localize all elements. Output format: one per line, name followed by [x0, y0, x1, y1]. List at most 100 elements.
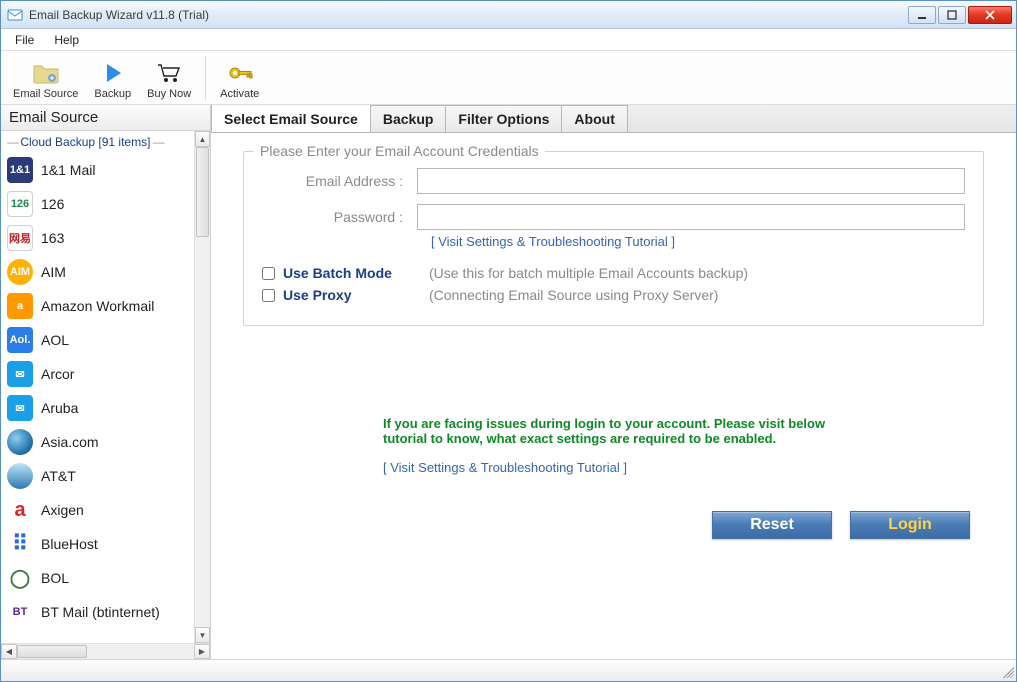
play-icon: [103, 61, 123, 85]
tabstrip: Select Email SourceBackupFilter OptionsA…: [211, 105, 1016, 133]
password-row: Password :: [262, 204, 965, 230]
source-item-label: Amazon Workmail: [41, 298, 154, 314]
toolbar-activate-button[interactable]: Activate: [214, 52, 265, 102]
cart-icon: [156, 61, 182, 85]
login-button[interactable]: Login: [850, 511, 970, 539]
source-item[interactable]: AT&T: [1, 459, 194, 493]
dash-icon: —: [7, 135, 20, 149]
source-item[interactable]: ✉ Arcor: [1, 357, 194, 391]
tab-content-select-email-source: Please Enter your Email Account Credenti…: [211, 133, 1016, 659]
tab-select-email-source[interactable]: Select Email Source: [211, 105, 371, 132]
app-window: Email Backup Wizard v11.8 (Trial) File H…: [0, 0, 1017, 682]
source-item-label: AT&T: [41, 468, 76, 484]
provider-icon: ◯: [7, 565, 33, 591]
reset-button[interactable]: Reset: [712, 511, 832, 539]
scroll-down-button[interactable]: ▼: [195, 627, 210, 643]
source-item-label: Aruba: [41, 400, 78, 416]
hscroll-thumb[interactable]: [17, 645, 87, 658]
source-item-label: Arcor: [41, 366, 74, 382]
left-pane-title: Email Source: [1, 105, 210, 131]
menu-help[interactable]: Help: [46, 31, 87, 49]
key-icon: [227, 61, 253, 85]
source-list-container: — Cloud Backup [91 items] — 1&11&1 Mail1…: [1, 131, 210, 643]
toolbar-separator: [205, 56, 206, 100]
vertical-scrollbar[interactable]: ▲ ▼: [194, 131, 210, 643]
toolbar-backup-button[interactable]: Backup: [88, 52, 137, 102]
tab-about[interactable]: About: [561, 105, 627, 132]
close-button[interactable]: [968, 6, 1012, 24]
source-item-label: 1&1 Mail: [41, 162, 95, 178]
proxy-row: Use Proxy (Connecting Email Source using…: [262, 287, 965, 303]
folder-mail-icon: [32, 61, 60, 85]
source-item-label: 126: [41, 196, 64, 212]
batch-mode-label: Use Batch Mode: [283, 265, 429, 281]
source-item[interactable]: a Amazon Workmail: [1, 289, 194, 323]
menubar: File Help: [1, 29, 1016, 51]
titlebar: Email Backup Wizard v11.8 (Trial): [1, 1, 1016, 29]
source-item-label: BOL: [41, 570, 69, 586]
proxy-hint: (Connecting Email Source using Proxy Ser…: [429, 287, 718, 303]
tab-filter-options[interactable]: Filter Options: [445, 105, 562, 132]
source-item[interactable]: AIM AIM: [1, 255, 194, 289]
source-item[interactable]: 1&1 1&1 Mail: [1, 153, 194, 187]
provider-icon: ⠿: [7, 531, 33, 557]
batch-mode-row: Use Batch Mode (Use this for batch multi…: [262, 265, 965, 281]
password-input[interactable]: [417, 204, 965, 230]
content-area: Email Source — Cloud Backup [91 items] —…: [1, 105, 1016, 659]
window-title: Email Backup Wizard v11.8 (Trial): [29, 8, 908, 22]
toolbar-buy-now-button[interactable]: Buy Now: [141, 52, 197, 102]
maximize-button[interactable]: [938, 6, 966, 24]
tutorial-link[interactable]: [ Visit Settings & Troubleshooting Tutor…: [431, 234, 965, 249]
provider-icon: ✉: [7, 395, 33, 421]
toolbar-email-source-label: Email Source: [13, 88, 78, 100]
source-item[interactable]: 网易163: [1, 221, 194, 255]
source-item[interactable]: 126126: [1, 187, 194, 221]
provider-icon: 1&1: [7, 157, 33, 183]
scroll-left-button[interactable]: ◀: [1, 644, 17, 659]
resize-grip-icon[interactable]: [1000, 664, 1014, 678]
window-controls: [908, 6, 1012, 24]
provider-icon: ✉: [7, 361, 33, 387]
batch-mode-checkbox[interactable]: [262, 267, 275, 280]
menu-file[interactable]: File: [7, 31, 42, 49]
provider-icon: AIM: [7, 259, 33, 285]
source-item-label: BlueHost: [41, 536, 98, 552]
source-item[interactable]: ✉ Aruba: [1, 391, 194, 425]
hscroll-track[interactable]: [17, 644, 194, 659]
provider-icon: BT: [7, 599, 33, 625]
minimize-button[interactable]: [908, 6, 936, 24]
scroll-thumb[interactable]: [196, 147, 209, 237]
left-pane: Email Source — Cloud Backup [91 items] —…: [1, 105, 211, 659]
toolbar: Email Source Backup Buy Now Activate: [1, 51, 1016, 105]
batch-mode-hint: (Use this for batch multiple Email Accou…: [429, 265, 748, 281]
source-item[interactable]: aAxigen: [1, 493, 194, 527]
toolbar-backup-label: Backup: [94, 88, 131, 100]
source-list: — Cloud Backup [91 items] — 1&11&1 Mail1…: [1, 131, 194, 643]
help-tutorial-link[interactable]: [ Visit Settings & Troubleshooting Tutor…: [383, 460, 843, 475]
source-item[interactable]: Asia.com: [1, 425, 194, 459]
scroll-up-button[interactable]: ▲: [195, 131, 210, 147]
app-icon: [7, 7, 23, 23]
provider-icon: 网易: [7, 225, 33, 251]
provider-icon: a: [7, 293, 33, 319]
credentials-fieldset: Please Enter your Email Account Credenti…: [243, 151, 984, 326]
source-item-label: Asia.com: [41, 434, 99, 450]
email-label: Email Address :: [262, 173, 417, 189]
source-item[interactable]: ◯ BOL: [1, 561, 194, 595]
provider-icon: Aol.: [7, 327, 33, 353]
source-item[interactable]: Aol.AOL: [1, 323, 194, 357]
fieldset-legend: Please Enter your Email Account Credenti…: [254, 143, 545, 159]
statusbar: [1, 659, 1016, 681]
horizontal-scrollbar[interactable]: ◀ ▶: [1, 643, 210, 659]
toolbar-email-source-button[interactable]: Email Source: [7, 52, 84, 102]
scroll-right-button[interactable]: ▶: [194, 644, 210, 659]
button-row: Reset Login: [712, 511, 970, 539]
source-item[interactable]: ⠿ BlueHost: [1, 527, 194, 561]
source-item[interactable]: BTBT Mail (btinternet): [1, 595, 194, 629]
tab-backup[interactable]: Backup: [370, 105, 447, 132]
email-input[interactable]: [417, 168, 965, 194]
source-item-label: AIM: [41, 264, 66, 280]
password-label: Password :: [262, 209, 417, 225]
email-row: Email Address :: [262, 168, 965, 194]
proxy-checkbox[interactable]: [262, 289, 275, 302]
